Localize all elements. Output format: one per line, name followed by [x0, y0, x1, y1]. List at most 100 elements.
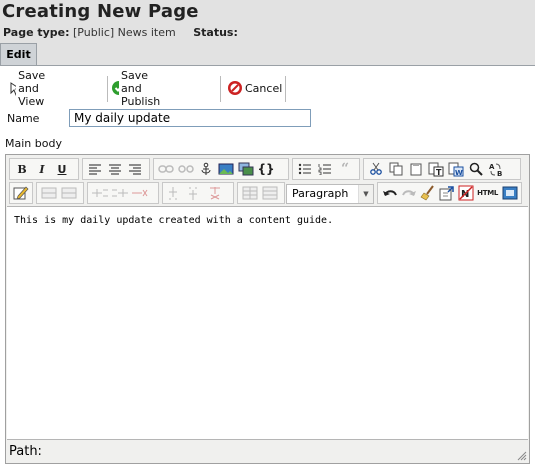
cancel-label: Cancel: [245, 81, 283, 95]
merge-cells-button[interactable]: [260, 183, 280, 203]
anchor-icon: [201, 162, 211, 175]
insert-template-button[interactable]: [437, 183, 456, 203]
media-button[interactable]: [236, 159, 256, 179]
bullet-list-icon: [298, 163, 311, 175]
format-select-value: Paragraph: [292, 187, 349, 200]
link-button[interactable]: [156, 159, 176, 179]
link-icon: [158, 165, 174, 173]
insert-row-button[interactable]: [39, 183, 59, 203]
name-label: Name: [7, 112, 40, 125]
align-right-button[interactable]: [125, 159, 145, 179]
bullet-list-button[interactable]: [295, 159, 315, 179]
bold-button[interactable]: B: [12, 159, 32, 179]
paste-button[interactable]: [406, 159, 426, 179]
row-ops-group: [87, 182, 159, 204]
resize-handle-icon[interactable]: [517, 451, 527, 461]
col-before-icon: [169, 187, 177, 200]
paste-text-button[interactable]: T: [426, 159, 446, 179]
paste-text-icon: T: [428, 162, 444, 177]
template-icon: [439, 186, 454, 201]
magnifier-icon: [469, 162, 483, 176]
find-button[interactable]: [466, 159, 486, 179]
table-row-icon: [41, 187, 57, 199]
delete-row-ops-button[interactable]: [130, 183, 150, 203]
page-meta: Page type: [Public] News item Status:: [3, 26, 238, 39]
save-and-publish-label: Save and Publish: [121, 68, 161, 108]
editor-content[interactable]: This is my daily update created with a c…: [7, 206, 528, 440]
replace-button[interactable]: AB: [486, 159, 506, 179]
anchor-button[interactable]: [196, 159, 216, 179]
format-select[interactable]: Paragraph ▼: [286, 184, 374, 204]
page-title: Creating New Page: [2, 1, 199, 22]
alignment-group: [82, 158, 150, 180]
cancel-button[interactable]: Cancel: [227, 74, 282, 102]
svg-text:A: A: [489, 163, 495, 171]
image-button[interactable]: [216, 159, 236, 179]
align-left-icon: [89, 164, 101, 175]
broom-icon: [420, 185, 434, 201]
delete-row-button[interactable]: [59, 183, 79, 203]
row-delete-icon: [132, 189, 148, 197]
name-input[interactable]: [69, 109, 311, 127]
copy-button[interactable]: [386, 159, 406, 179]
editor-content-text: This is my daily update created with a c…: [14, 215, 334, 226]
align-left-button[interactable]: [85, 159, 105, 179]
svg-text:T: T: [436, 168, 442, 177]
save-and-view-button[interactable]: Save and View: [9, 69, 54, 108]
code-button[interactable]: {}: [256, 159, 276, 179]
undo-icon: [382, 190, 397, 196]
blockquote-button[interactable]: “: [335, 159, 355, 179]
svg-text:W: W: [455, 169, 463, 177]
rich-text-editor: B I U {} “ T W AB Paragraph ▼ HTML This …: [5, 154, 530, 464]
align-center-button[interactable]: [105, 159, 125, 179]
unlink-button[interactable]: [176, 159, 196, 179]
cut-button[interactable]: [366, 159, 386, 179]
row-after-icon: [112, 189, 128, 197]
page-header: Creating New Page Page type: [Public] Ne…: [0, 0, 535, 66]
remove-format-button[interactable]: N: [456, 183, 475, 203]
fullscreen-button[interactable]: [500, 183, 519, 203]
save-and-publish-button[interactable]: Save and Publish: [111, 69, 168, 108]
merge-cells-icon: [262, 186, 278, 200]
page-props-group: [9, 182, 33, 204]
align-right-icon: [129, 164, 141, 175]
media-icon: [238, 162, 254, 176]
row-before-button[interactable]: [90, 183, 110, 203]
edit-properties-icon: [13, 186, 29, 200]
redo-button[interactable]: [399, 183, 418, 203]
tab-edit[interactable]: Edit: [0, 43, 37, 66]
path-label: Path:: [9, 444, 42, 459]
paste-word-button[interactable]: W: [446, 159, 466, 179]
col-delete-icon: [210, 187, 220, 200]
cleanup-button[interactable]: [418, 183, 437, 203]
save-and-view-label: Save and View: [18, 68, 46, 108]
delete-col-button[interactable]: [205, 183, 225, 203]
table-group: [36, 182, 84, 204]
remove-format-icon: N: [458, 185, 474, 201]
scissors-icon: [370, 162, 382, 175]
history-group: N HTML: [377, 182, 522, 204]
paste-word-icon: W: [448, 162, 464, 177]
row-after-button[interactable]: [110, 183, 130, 203]
replace-icon: AB: [489, 163, 502, 177]
check-circle-icon: [112, 81, 120, 95]
underline-button[interactable]: U: [52, 159, 72, 179]
toolbar-divider: [285, 76, 286, 102]
numbered-list-button[interactable]: [315, 159, 335, 179]
paste-icon: [410, 163, 422, 176]
edit-properties-button[interactable]: [12, 183, 30, 203]
chevron-down-icon: ▼: [358, 185, 373, 203]
status-label: Status:: [193, 26, 238, 39]
italic-button[interactable]: I: [32, 159, 52, 179]
toolbar-divider: [220, 76, 221, 102]
col-ops-group: [162, 182, 234, 204]
col-after-button[interactable]: [185, 183, 205, 203]
table-cell-icon: [61, 187, 77, 199]
html-source-button[interactable]: HTML: [475, 183, 500, 203]
main-body-label: Main body: [5, 137, 62, 150]
clipboard-group: T W AB: [363, 158, 521, 180]
col-before-button[interactable]: [165, 183, 185, 203]
split-cells-button[interactable]: [240, 183, 260, 203]
tab-divider: [0, 65, 535, 66]
undo-button[interactable]: [380, 183, 399, 203]
